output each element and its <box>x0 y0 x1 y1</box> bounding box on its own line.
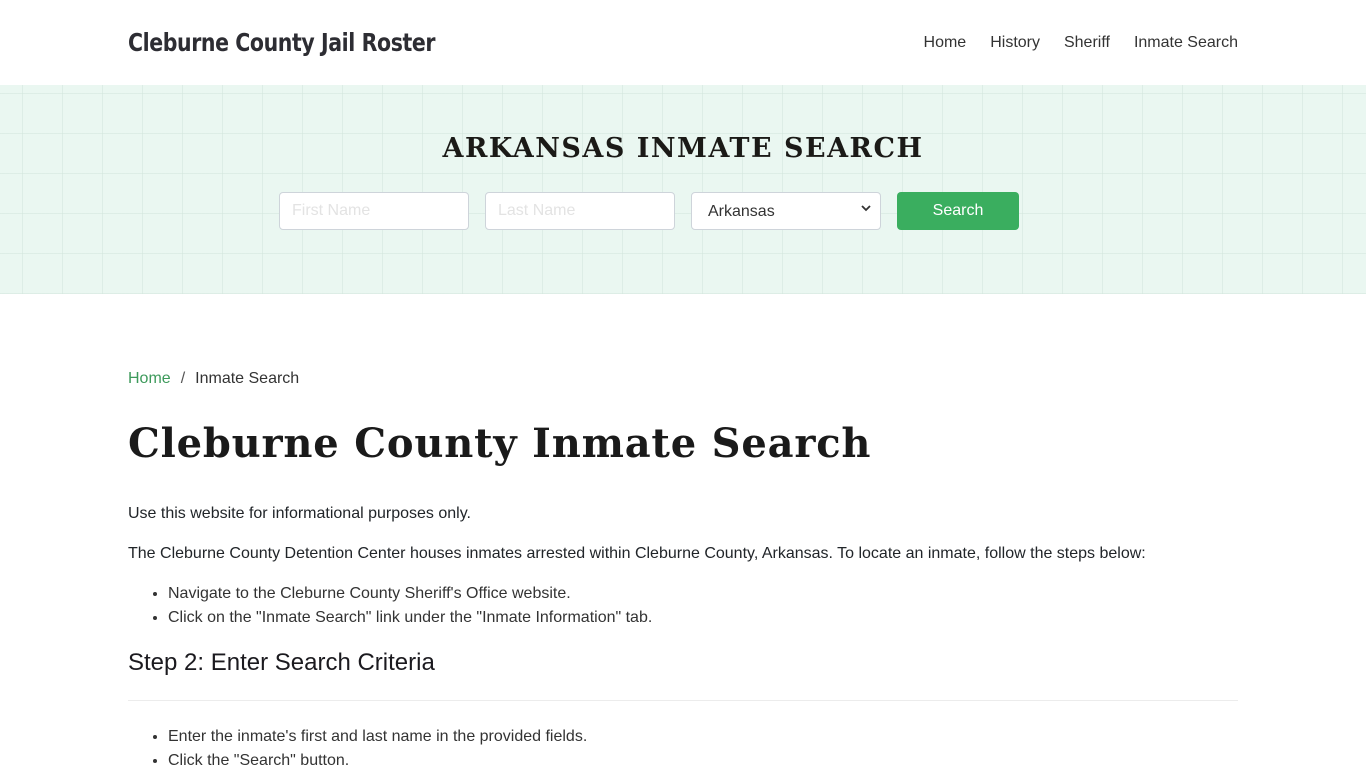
disclaimer-paragraph: Use this website for informational purpo… <box>128 505 471 522</box>
list-item: Click on the "Inmate Search" link under … <box>168 606 1238 630</box>
main-nav: Home History Sheriff Inmate Search <box>900 34 1238 52</box>
step2-heading: Step 2: Enter Search Criteria <box>128 649 435 676</box>
search-button[interactable]: Search <box>897 192 1019 230</box>
first-name-input[interactable] <box>279 192 469 230</box>
step2-list: Enter the inmate's first and last name i… <box>128 725 1238 768</box>
list-item: Enter the inmate's first and last name i… <box>168 725 1238 749</box>
section-divider <box>128 700 1238 701</box>
intro-paragraph: The Cleburne County Detention Center hou… <box>128 545 1146 562</box>
state-select-wrapper: Arkansas <box>691 192 881 230</box>
article-body: Use this website for informational purpo… <box>128 502 1238 768</box>
main-content: Home / Inmate Search Cleburne County Inm… <box>0 294 1366 768</box>
last-name-input[interactable] <box>485 192 675 230</box>
site-header: Cleburne County Jail Roster Home History… <box>0 0 1366 85</box>
inmate-search-form: Arkansas Search <box>279 192 1019 230</box>
breadcrumb: Home / Inmate Search <box>128 370 1238 388</box>
nav-history[interactable]: History <box>990 34 1040 52</box>
nav-inmate-search[interactable]: Inmate Search <box>1134 34 1238 52</box>
nav-home[interactable]: Home <box>924 34 967 52</box>
site-brand-link[interactable]: Cleburne County Jail Roster <box>128 28 435 57</box>
state-select[interactable]: Arkansas <box>691 192 881 230</box>
breadcrumb-home[interactable]: Home <box>128 370 171 388</box>
breadcrumb-current: Inmate Search <box>195 370 300 387</box>
list-item: Click the "Search" button. <box>168 749 1238 768</box>
list-item: Navigate to the Cleburne County Sheriff'… <box>168 582 1238 606</box>
step1-list: Navigate to the Cleburne County Sheriff'… <box>128 582 1238 630</box>
nav-sheriff[interactable]: Sheriff <box>1064 34 1110 52</box>
hero-title: ARKANSAS INMATE SEARCH <box>442 133 924 164</box>
page-title: Cleburne County Inmate Search <box>128 420 872 467</box>
search-hero: ARKANSAS INMATE SEARCH Arkansas Search <box>0 85 1366 294</box>
breadcrumb-separator: / <box>180 370 186 387</box>
